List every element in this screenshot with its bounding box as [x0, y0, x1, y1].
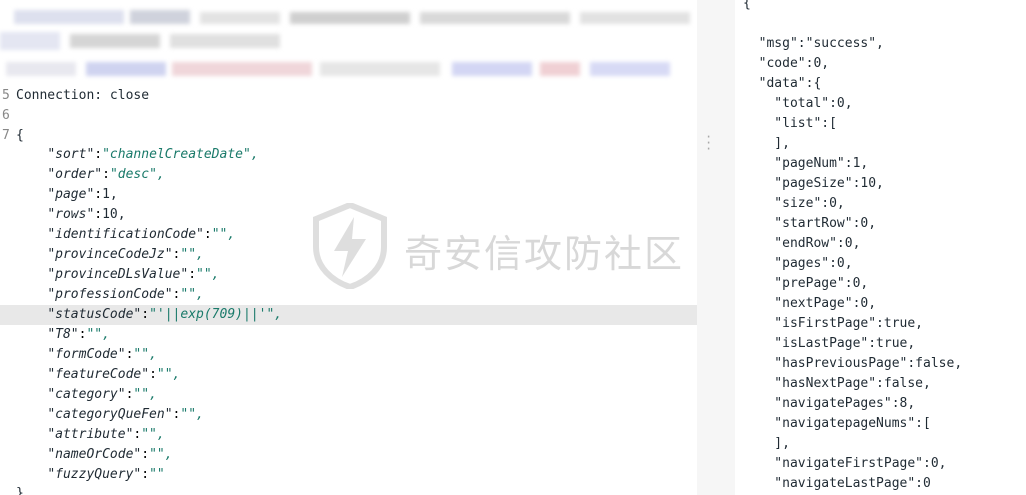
json-value: "", — [180, 407, 204, 422]
json-key: "featureCode" — [47, 367, 150, 382]
line-number: 7 — [2, 128, 10, 143]
response-line: "pageNum":1, — [743, 156, 869, 171]
open-brace: { — [16, 128, 24, 143]
response-line: "navigatepageNums":[ — [743, 416, 931, 431]
request-editor[interactable]: 5 Connection: close 6 7{ "sort":"channelC… — [0, 0, 697, 495]
code-line: "formCode":"", — [47, 347, 157, 362]
code-line: "attribute":"", — [47, 427, 165, 442]
json-value: "", — [156, 367, 181, 382]
response-line: "endRow":0, — [743, 236, 861, 251]
response-line: "isLastPage":true, — [743, 336, 916, 351]
code-line: 7{ — [0, 126, 24, 146]
json-key: "identificationCode" — [47, 227, 204, 242]
response-line: "pageSize":10, — [743, 176, 884, 191]
blurred-header-area — [0, 0, 697, 90]
json-key: "order" — [47, 167, 103, 182]
line-number: 5 — [2, 88, 10, 103]
json-key: "sort" — [47, 147, 95, 162]
response-line: "isFirstPage":true, — [743, 316, 924, 331]
response-line: "navigatePages":8, — [743, 396, 916, 411]
response-line: "hasNextPage":false, — [743, 376, 931, 391]
response-line: "navigateLastPage":0 — [743, 476, 931, 491]
response-line: "prePage":0, — [743, 276, 869, 291]
json-value: "", — [149, 447, 173, 462]
lightning-shield-icon — [313, 203, 387, 289]
json-key: "nameOrCode" — [47, 447, 142, 462]
json-key: "statusCode" — [47, 307, 142, 322]
code-line: "order":"desc", — [47, 167, 165, 182]
code-line: "professionCode":"", — [47, 287, 204, 302]
json-key: "category" — [47, 387, 126, 402]
json-value: "", — [133, 347, 157, 362]
code-line: "identificationCode":"", — [47, 227, 236, 242]
response-line: ], — [743, 136, 790, 151]
watermark: 奇安信攻防社区 — [312, 203, 697, 289]
json-value: "", — [133, 387, 157, 402]
code-line: "statusCode":"'||exp(709)||'", — [47, 307, 283, 322]
json-key: "T8" — [47, 327, 79, 342]
code-line: "featureCode":"", — [47, 367, 181, 382]
json-key: "fuzzyQuery" — [47, 467, 142, 482]
json-value: "" — [149, 467, 165, 482]
drag-handle-icon[interactable]: · · · — [705, 131, 712, 155]
code-line: "provinceDLsValue":"", — [47, 267, 220, 282]
pane-splitter[interactable]: · · · — [697, 0, 735, 495]
json-key: "professionCode" — [47, 287, 173, 302]
code-line: "nameOrCode":"", — [47, 447, 173, 462]
code-line: 5 Connection: close — [0, 86, 149, 106]
response-line: "navigateFirstPage":0, — [743, 456, 947, 471]
response-line: "list":[ — [743, 116, 837, 131]
response-line: ], — [743, 436, 790, 451]
response-line: "code":0, — [743, 56, 830, 71]
json-key: "categoryQueFen" — [47, 407, 173, 422]
json-key: "provinceDLsValue" — [47, 267, 189, 282]
json-value: 10, — [102, 207, 126, 222]
response-line: "startRow":0, — [743, 216, 877, 231]
response-line: "msg":"success", — [743, 36, 884, 51]
json-value: "'||exp(709)||'", — [149, 307, 283, 322]
json-value: "", — [86, 327, 110, 342]
response-line: "hasPreviousPage":false, — [743, 356, 963, 371]
code-line: "fuzzyQuery":"" — [47, 467, 165, 482]
json-key: "rows" — [47, 207, 95, 222]
close-brace: } — [16, 486, 24, 495]
response-viewer[interactable]: 10 { "msg":"success", "code":0, "data":{… — [735, 0, 1026, 495]
line-number: 6 — [2, 108, 10, 123]
code-line: "categoryQueFen":"", — [47, 407, 204, 422]
response-line: "size":0, — [743, 196, 845, 211]
json-key: "page" — [47, 187, 95, 202]
watermark-text: 奇安信攻防社区 — [404, 232, 685, 276]
code-line: "page":1, — [47, 187, 118, 202]
json-key: "attribute" — [47, 427, 134, 442]
json-value: 1, — [102, 187, 118, 202]
response-line: "pages":0, — [743, 256, 853, 271]
json-key: "formCode" — [47, 347, 126, 362]
json-value: "", — [196, 267, 220, 282]
response-line: "total":0, — [743, 96, 853, 111]
json-value: "", — [141, 427, 165, 442]
json-value: "", — [180, 247, 204, 262]
json-value: "channelCreateDate", — [102, 147, 259, 162]
json-value: "", — [211, 227, 236, 242]
code-line: "category":"", — [47, 387, 157, 402]
code-line: 6 — [0, 106, 16, 126]
code-line: "T8":"", — [47, 327, 110, 342]
code-line: "provinceCodeJz":"", — [47, 247, 204, 262]
code-line: "rows":10, — [47, 207, 126, 222]
code-line: "sort":"channelCreateDate", — [47, 147, 259, 162]
json-value: "desc", — [109, 167, 165, 182]
code-line: } — [0, 484, 24, 495]
response-line: "data":{ — [743, 76, 822, 91]
response-line: { — [743, 0, 751, 11]
json-key: "provinceCodeJz" — [47, 247, 173, 262]
response-line: "nextPage":0, — [743, 296, 877, 311]
header-text: Connection: close — [16, 88, 150, 103]
json-value: "", — [180, 287, 204, 302]
